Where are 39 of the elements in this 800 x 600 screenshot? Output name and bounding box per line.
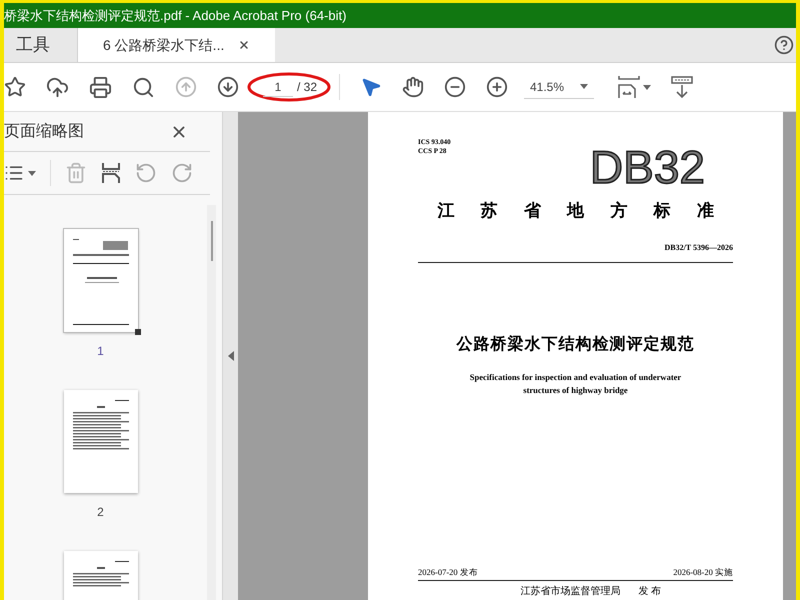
standard-type: 江 苏 省 地 方 标 准 <box>436 200 715 222</box>
caret-icon <box>643 84 651 90</box>
publish-label: 发 布 <box>638 585 661 599</box>
print-icon[interactable] <box>89 76 112 98</box>
page-thumbnail[interactable] <box>64 229 138 332</box>
hand-icon[interactable] <box>402 76 424 98</box>
insert-page-icon[interactable] <box>101 162 121 184</box>
help-icon[interactable] <box>774 35 794 55</box>
zoom-out-icon[interactable] <box>444 76 466 98</box>
page-total: / 32 <box>297 79 318 96</box>
window-title: 桥梁水下结构检测评定规范.pdf - Adobe Acrobat Pro (64-bit) <box>4 6 346 25</box>
search-icon[interactable] <box>132 76 155 98</box>
pointer-icon[interactable] <box>360 76 382 98</box>
issue-date: 2026-07-20 发布 <box>418 566 478 579</box>
page-number-label: 2 <box>97 504 104 521</box>
document-subtitle: Specifications for inspection and evaluation of underwater structures of highway bridge <box>468 370 682 396</box>
standard-code: DB32/T 5396—2026 <box>664 242 733 254</box>
page-number-field[interactable]: 1 <box>263 78 293 96</box>
star-icon[interactable] <box>4 76 26 98</box>
publisher: 江苏省市场监督管理局 <box>520 584 620 599</box>
collapse-arrow-icon <box>228 351 234 361</box>
caret-icon <box>28 170 36 176</box>
next-page-icon[interactable] <box>217 76 239 98</box>
zoom-dropdown[interactable]: 41.5% <box>524 75 594 99</box>
cloud-upload-icon[interactable] <box>46 76 69 98</box>
zoom-in-icon[interactable] <box>486 76 508 98</box>
panel-title: 页面缩略图 <box>4 122 84 142</box>
document-title: 公路桥梁水下结构检测评定规范 <box>455 334 696 354</box>
page-thumbnail[interactable] <box>64 390 138 493</box>
effective-date: 2026-08-20 实施 <box>673 566 733 579</box>
caret-icon <box>580 84 588 89</box>
page-number-label: 1 <box>97 343 104 360</box>
scrollbar-thumb[interactable] <box>210 221 212 261</box>
read-mode-icon[interactable] <box>671 75 693 99</box>
close-icon[interactable] <box>238 39 250 51</box>
fit-page-icon <box>618 75 640 99</box>
tab[interactable]: 6 公路桥梁水下结... <box>78 28 276 62</box>
standard-logo: DB32 <box>590 146 705 188</box>
fit-page-button[interactable] <box>618 75 651 99</box>
